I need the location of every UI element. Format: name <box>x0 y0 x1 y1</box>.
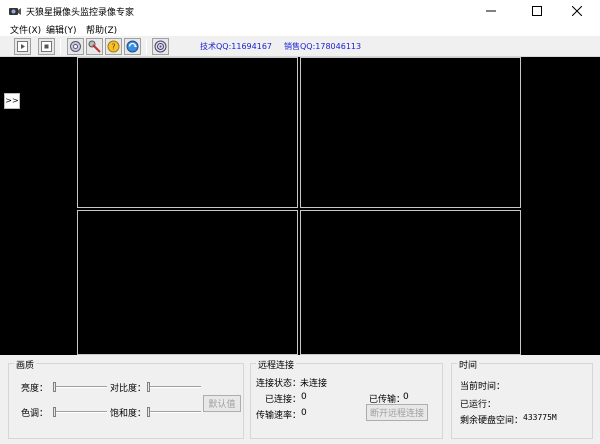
transfer-rate-label: 传输速率： <box>256 411 302 421</box>
about-icon <box>154 40 167 53</box>
brightness-slider[interactable] <box>53 381 107 393</box>
tools-button[interactable] <box>86 38 103 55</box>
saturation-label: 饱和度： <box>110 409 147 419</box>
hue-slider[interactable] <box>53 406 107 418</box>
disk-space-label: 剩余硬盘空间： <box>460 416 524 426</box>
play-button[interactable] <box>14 38 31 55</box>
menu-bar: 文件(X) 编辑(Y) 帮助(Z) <box>0 22 600 36</box>
menu-edit[interactable]: 编辑(Y) <box>46 23 77 36</box>
help-button[interactable]: ? <box>105 38 122 55</box>
time-title: 时间 <box>457 358 480 371</box>
expand-panel-button[interactable]: >> <box>4 93 20 109</box>
svg-text:?: ? <box>111 43 115 52</box>
refresh-button[interactable] <box>124 38 141 55</box>
default-values-button[interactable]: 默认值 <box>203 395 241 412</box>
time-group: 时间 当前时间： 已运行： 剩余硬盘空间： 433775M <box>451 358 593 439</box>
contrast-slider[interactable] <box>147 381 201 393</box>
stop-icon <box>41 41 52 52</box>
maximize-icon <box>532 6 542 16</box>
video-display-area: >> <box>0 57 600 355</box>
title-bar: 天狼星摄像头监控录像专家 <box>0 0 600 22</box>
slider-thumb[interactable] <box>53 407 56 417</box>
image-quality-group: 画质 亮度： 对比度： 色调： 饱和度： 默认值 <box>8 358 244 439</box>
remote-connection-title: 远程连接 <box>256 358 297 371</box>
video-pane-1[interactable] <box>77 57 298 208</box>
settings-icon <box>70 41 81 52</box>
refresh-icon <box>126 40 139 53</box>
video-pane-4[interactable] <box>300 210 521 355</box>
remote-connection-group: 远程连接 连接状态： 未连接 已连接： 0 已传输： 0 传输速率： 0 断开远… <box>250 358 443 439</box>
tools-icon <box>88 40 101 53</box>
toolbar-separator <box>146 39 147 54</box>
brightness-label: 亮度： <box>21 384 49 394</box>
window-title: 天狼星摄像头监控录像专家 <box>26 8 135 18</box>
play-icon <box>17 41 28 52</box>
menu-file[interactable]: 文件(X) <box>10 23 41 36</box>
close-icon <box>572 6 582 16</box>
settings-button[interactable] <box>67 38 84 55</box>
video-pane-2[interactable] <box>300 57 521 208</box>
hue-label: 色调： <box>21 409 49 419</box>
about-button[interactable] <box>152 38 169 55</box>
slider-thumb[interactable] <box>147 407 150 417</box>
slider-thumb[interactable] <box>53 382 56 392</box>
minimize-button[interactable] <box>468 0 514 22</box>
connected-count-label: 已连接： <box>265 395 302 405</box>
transferred-value: 0 <box>403 392 409 402</box>
transfer-rate-value: 0 <box>301 408 307 418</box>
control-panel: 画质 亮度： 对比度： 色调： 饱和度： 默认值 远程连接 连接状态： 未连接 … <box>0 355 600 444</box>
disk-space-value: 433775M <box>523 413 557 422</box>
help-icon: ? <box>107 40 120 53</box>
connected-count-value: 0 <box>301 392 307 402</box>
toolbar-separator <box>60 39 61 54</box>
slider-thumb[interactable] <box>147 382 150 392</box>
running-time-label: 已运行： <box>460 400 497 410</box>
slider-track <box>147 411 201 413</box>
close-button[interactable] <box>554 0 600 22</box>
stop-button[interactable] <box>38 38 55 55</box>
saturation-slider[interactable] <box>147 406 201 418</box>
slider-track <box>53 386 107 388</box>
app-camera-icon <box>9 8 21 15</box>
disconnect-remote-button[interactable]: 断开远程连接 <box>366 404 428 421</box>
image-quality-title: 画质 <box>14 358 37 371</box>
slider-track <box>53 411 107 413</box>
connection-status-value: 未连接 <box>300 379 328 389</box>
tech-qq-label: 技术QQ:11694167 <box>200 42 273 51</box>
menu-help[interactable]: 帮助(Z) <box>86 23 117 36</box>
toolbar: ? 技术QQ:11694167 销售QQ:178046113 <box>0 36 600 57</box>
connection-status-label: 连接状态： <box>256 379 302 389</box>
sales-qq-label: 销售QQ:178046113 <box>284 42 362 51</box>
slider-track <box>147 386 201 388</box>
video-pane-3[interactable] <box>77 210 298 355</box>
current-time-label: 当前时间： <box>460 382 506 392</box>
contrast-label: 对比度： <box>110 384 147 394</box>
minimize-icon <box>486 10 496 12</box>
